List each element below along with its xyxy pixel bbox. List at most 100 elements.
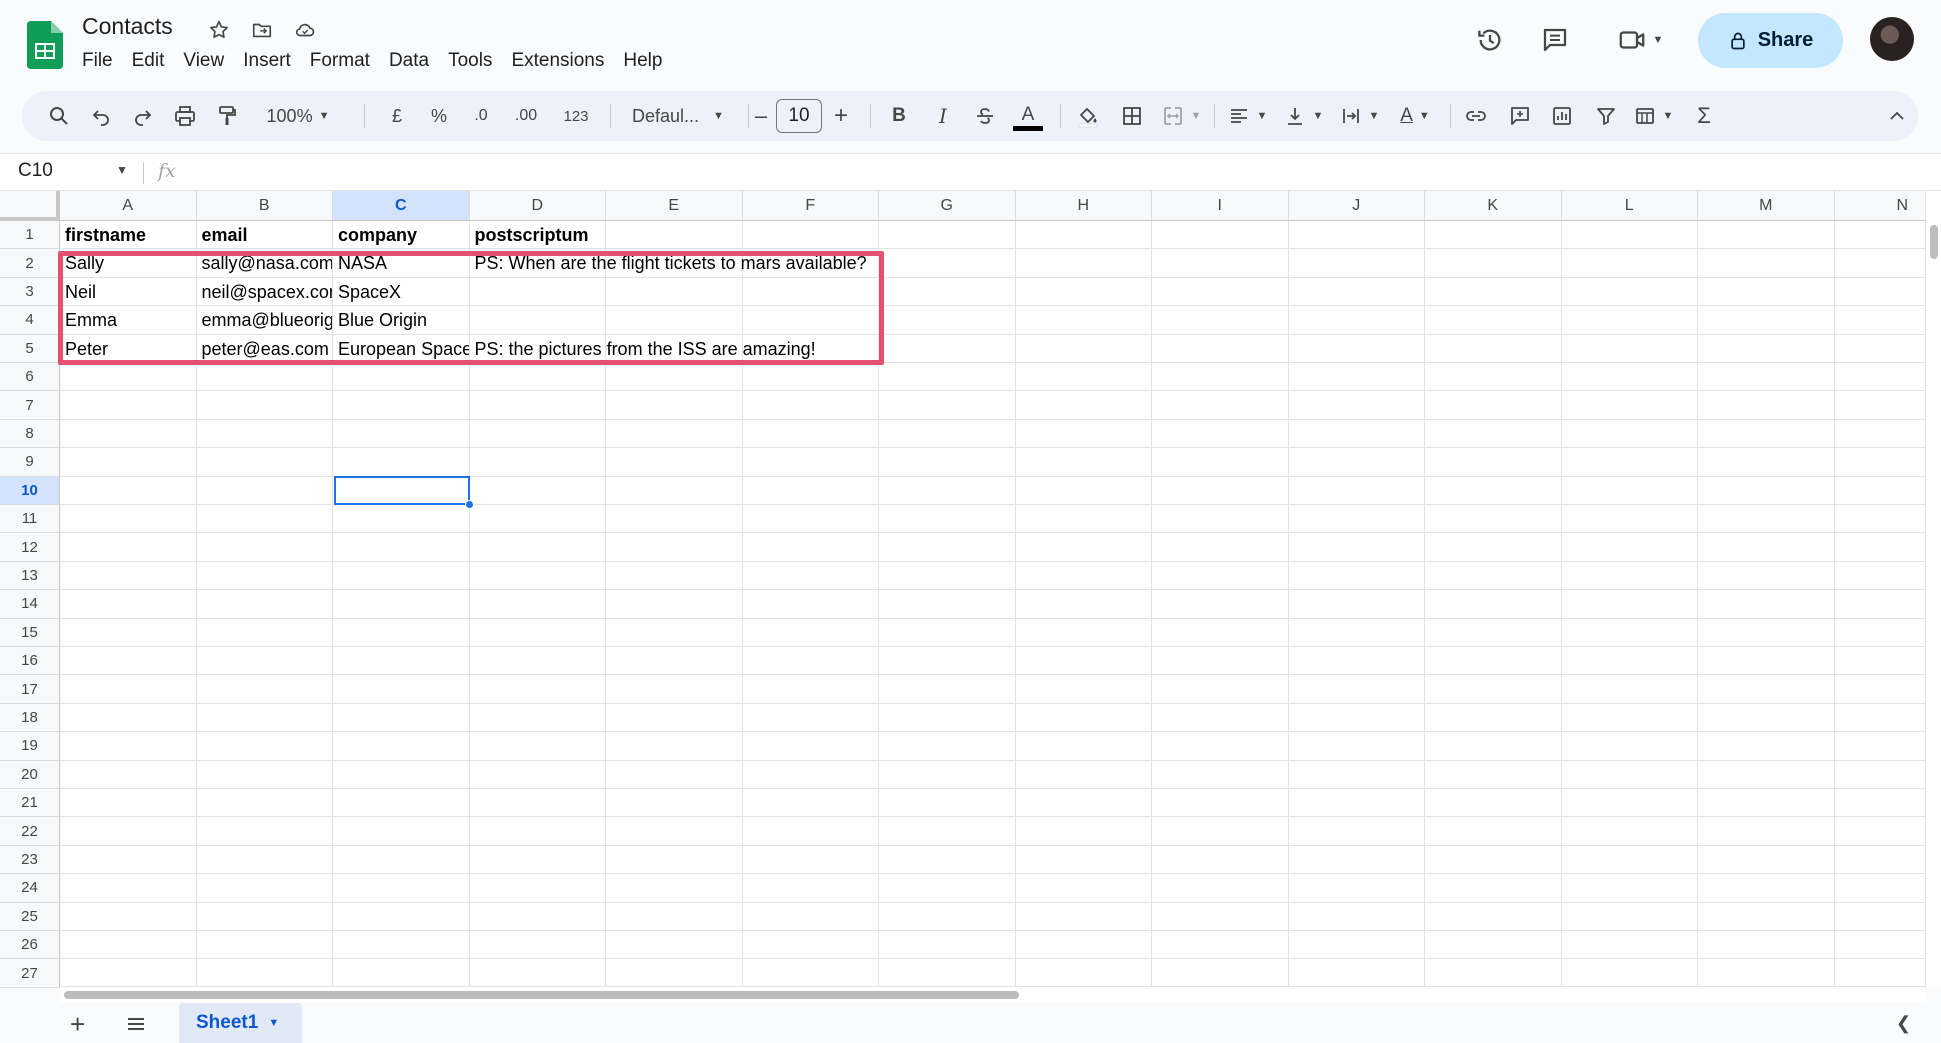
folder-move-icon[interactable] [249,17,275,43]
fill-handle[interactable] [465,500,474,509]
table-cell[interactable]: sally@nasa.com [197,249,333,277]
column-header-f[interactable]: F [742,191,879,221]
row-header-23[interactable]: 23 [0,845,60,875]
redo-icon[interactable] [126,91,160,141]
row-header-6[interactable]: 6 [0,363,60,392]
row-header-20[interactable]: 20 [0,760,60,789]
column-header-i[interactable]: I [1152,191,1289,221]
column-header-h[interactable]: H [1015,191,1152,221]
borders-icon[interactable] [1114,91,1150,141]
row-header-11[interactable]: 11 [0,505,60,534]
chevron-down-icon[interactable]: ▼ [268,1017,279,1029]
avatar[interactable] [1870,17,1914,61]
column-header-l[interactable]: L [1561,191,1698,221]
table-cell[interactable]: Blue Origin [333,306,469,334]
row-header-25[interactable]: 25 [0,902,60,931]
menu-tools[interactable]: Tools [448,47,502,75]
all-sheets-icon[interactable] [124,1012,148,1041]
vertical-scrollbar-thumb[interactable] [1930,225,1938,259]
table-cell[interactable]: Neil [60,278,196,306]
column-title-cell[interactable]: company [333,221,469,249]
table-cell[interactable]: Sally [60,249,196,277]
cloud-status-icon[interactable] [292,17,318,43]
row-header-17[interactable]: 17 [0,675,60,704]
menu-insert[interactable]: Insert [243,47,301,75]
menu-extensions[interactable]: Extensions [511,47,614,75]
text-rotation-button[interactable]: A ▼ [1390,91,1440,141]
table-cell[interactable]: NASA [333,249,469,277]
font-family-select[interactable]: Defaul... ▼ [622,91,742,141]
name-box[interactable]: C10 [18,160,53,182]
row-header-14[interactable]: 14 [0,590,60,619]
vertical-align-icon[interactable]: ▼ [1278,91,1328,141]
text-color-button[interactable]: A [1010,91,1046,141]
search-menus-icon[interactable] [42,91,76,141]
filter-icon[interactable] [1588,91,1624,141]
row-header-19[interactable]: 19 [0,732,60,761]
horizontal-scrollbar-thumb[interactable] [64,991,1019,999]
horizontal-scrollbar[interactable] [60,986,1925,1002]
merge-cells-icon[interactable]: ▼ [1156,91,1206,141]
column-header-k[interactable]: K [1425,191,1562,221]
version-history-icon[interactable] [1472,22,1508,58]
bold-button[interactable]: B [882,91,916,141]
menu-edit[interactable]: Edit [132,47,175,75]
row-header-24[interactable]: 24 [0,874,60,903]
table-cell[interactable]: emma@blueorigin.com [197,306,333,334]
insert-link-icon[interactable] [1458,91,1494,141]
sheet-tab-sheet1[interactable]: Sheet1 ▼ [179,1003,302,1043]
row-header-21[interactable]: 21 [0,789,60,818]
currency-format-button[interactable]: £ [382,91,412,141]
menu-file[interactable]: File [82,47,123,75]
insert-comment-icon[interactable] [1502,91,1538,141]
row-header-26[interactable]: 26 [0,931,60,960]
spreadsheet-grid[interactable]: ABCDEFGHIJKLMN 1 2 3 4 5 6 7 8 9 10 11 12 13 14 15 16 17… [0,191,1941,988]
menu-data[interactable]: Data [389,47,439,75]
table-cell[interactable]: PS: When are the flight tickets to mars … [470,249,867,277]
google-sheets-logo-icon[interactable] [27,21,63,69]
more-formats-button[interactable]: 123 [556,91,596,141]
column-header-m[interactable]: M [1698,191,1835,221]
italic-button[interactable]: I [926,91,960,141]
increase-decimal-button[interactable]: .00 [506,91,546,141]
active-cell-cursor[interactable] [334,476,470,505]
row-header-5[interactable]: 5 [0,334,60,363]
column-header-g[interactable]: G [879,191,1016,221]
horizontal-align-icon[interactable]: ▼ [1222,91,1272,141]
column-header-a[interactable]: A [60,191,197,221]
column-title-cell[interactable]: email [197,221,333,249]
chevron-down-icon[interactable]: ▼ [116,163,128,177]
menu-view[interactable]: View [183,47,234,75]
column-title-cell[interactable]: firstname [60,221,196,249]
column-header-c[interactable]: C [333,191,470,221]
menu-help[interactable]: Help [623,47,672,75]
comments-icon[interactable] [1537,22,1573,58]
share-button[interactable]: Share [1698,13,1843,68]
chevron-left-icon[interactable]: ❮ [1896,1013,1911,1034]
table-cell[interactable]: Peter [60,335,196,363]
row-header-27[interactable]: 27 [0,959,60,988]
column-header-j[interactable]: J [1288,191,1425,221]
row-header-12[interactable]: 12 [0,533,60,562]
functions-button[interactable]: Σ [1686,91,1722,141]
table-cell[interactable]: European Space Agency [333,335,469,363]
filter-views-icon[interactable]: ▼ [1628,91,1678,141]
add-sheet-icon[interactable]: + [70,1009,85,1040]
row-header-18[interactable]: 18 [0,703,60,733]
menu-format[interactable]: Format [310,47,380,75]
decrease-font-size-icon[interactable]: – [750,91,772,141]
table-cell[interactable]: peter@eas.com [197,335,333,363]
vertical-scrollbar[interactable] [1925,191,1941,988]
paint-format-icon[interactable] [210,91,244,141]
column-header-d[interactable]: D [469,191,606,221]
fill-color-icon[interactable] [1070,91,1106,141]
row-header-16[interactable]: 16 [0,647,60,676]
document-title[interactable]: Contacts [82,13,173,40]
row-header-22[interactable]: 22 [0,817,60,846]
row-header-7[interactable]: 7 [0,391,60,420]
select-all-corner[interactable] [0,191,60,221]
table-cell[interactable]: SpaceX [333,278,469,306]
star-icon[interactable] [206,17,232,43]
column-header-e[interactable]: E [606,191,743,221]
percent-format-button[interactable]: % [424,91,454,141]
